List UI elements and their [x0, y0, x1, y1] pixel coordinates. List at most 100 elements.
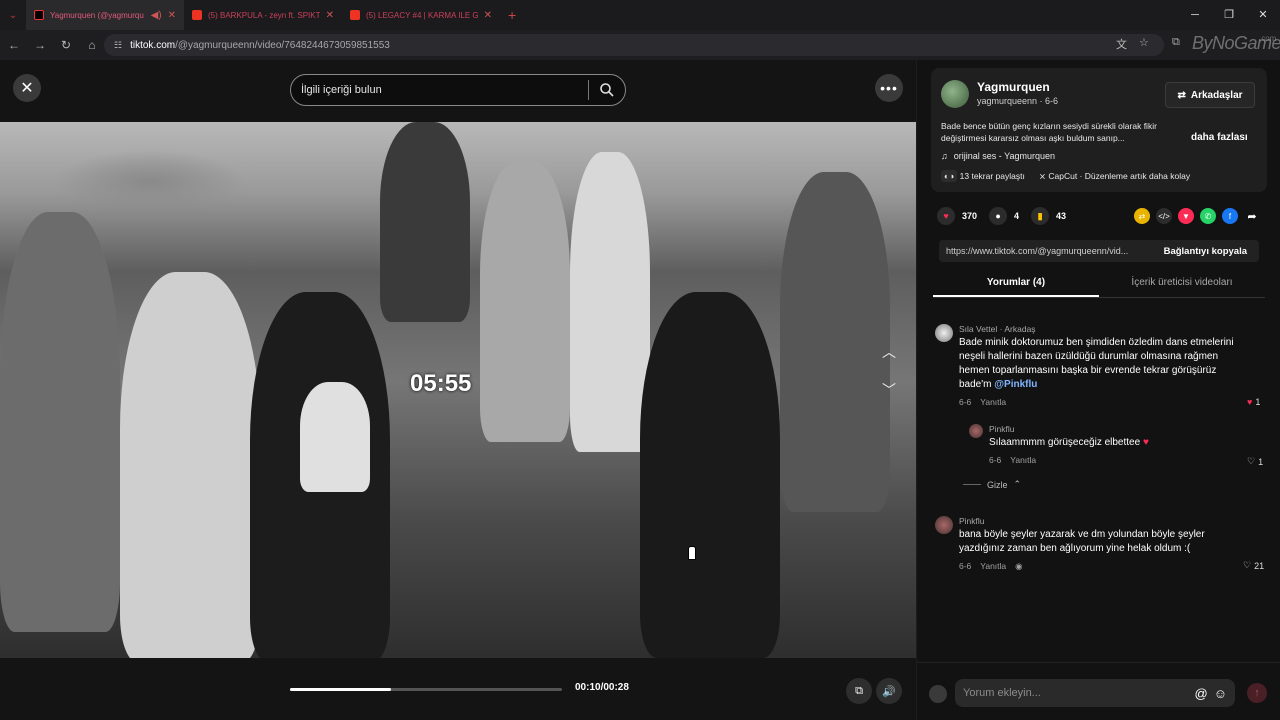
browser-tab-youtube-2[interactable]: (5) LEGACY #4 | KARMA ILE GH ✕ — [342, 0, 500, 30]
tab-title: (5) LEGACY #4 | KARMA ILE GH — [366, 10, 478, 20]
share-arrow-icon[interactable]: ➦ — [1244, 208, 1260, 224]
reply-like-count: 1 — [1258, 456, 1264, 467]
capcut-badge[interactable]: ⨯ CapCut · Düzenleme artık daha kolay — [1039, 171, 1190, 182]
commenter-name[interactable]: Sıla Vettel · Arkadaş — [959, 322, 1239, 336]
new-tab-button[interactable]: + — [500, 7, 524, 23]
comment-item: Pinkflu bana böyle şeyler yazarak ve dm … — [959, 514, 1239, 573]
related-search-box[interactable]: İlgili içeriği bulun — [290, 74, 626, 106]
tiktok-favicon-icon — [34, 10, 44, 20]
tab-list-chevron-icon[interactable]: ⌄ — [0, 10, 26, 21]
tab-comments[interactable]: Yorumlar (4) — [933, 274, 1099, 297]
browser-tab-tiktok[interactable]: Yagmurquen (@yagmurqu ◀) ✕ — [26, 0, 184, 30]
reply-like-button[interactable]: ♡ 1 — [1247, 456, 1263, 467]
tab-title: Yagmurquen (@yagmurqu — [50, 10, 144, 20]
friends-button[interactable]: ⇄ Arkadaşlar — [1165, 82, 1255, 108]
volume-button[interactable]: 🔊 — [876, 678, 902, 704]
comment-bubble-icon: ● — [989, 207, 1008, 225]
share-repost-icon[interactable]: ⇄ — [1134, 208, 1150, 224]
browser-tab-bar: ⌄ Yagmurquen (@yagmurqu ◀) ✕ (5) BARKPUL… — [0, 0, 1280, 30]
mention-link[interactable]: @Pinkflu — [994, 379, 1037, 390]
window-controls: ─ ❐ ✕ — [1178, 0, 1280, 30]
send-comment-button[interactable]: ↑ — [1247, 683, 1267, 703]
share-buttons: ⇄ </> ▼ ✆ f ➦ — [1134, 208, 1260, 224]
like-button[interactable]: ♥ 370 — [937, 207, 977, 225]
video-figure — [570, 152, 650, 452]
url-path: /@yagmurqueenn/video/7648244673059851553 — [175, 39, 390, 51]
video-nav: ︿ ﹀ — [876, 342, 902, 404]
friends-button-label: Arkadaşlar — [1190, 89, 1243, 101]
tab-close-icon[interactable]: ✕ — [326, 10, 334, 21]
reply-author-name[interactable]: Pinkflu — [989, 422, 1229, 436]
hide-replies-button[interactable]: Gizle ⌃ — [963, 479, 1021, 490]
facebook-icon[interactable]: f — [1222, 208, 1238, 224]
reposts-badge[interactable]: ◐◑ 13 tekrar paylaştı — [941, 170, 1025, 182]
floating-player-button[interactable]: ⧉ — [846, 678, 872, 704]
swap-arrows-icon: ⇄ — [1177, 89, 1186, 101]
forward-icon[interactable]: → — [34, 38, 46, 52]
home-icon[interactable]: ⌂ — [86, 38, 98, 52]
search-placeholder: İlgili içeriği bulun — [301, 84, 382, 96]
tab-close-icon[interactable]: ✕ — [168, 10, 176, 21]
browser-tab-youtube-1[interactable]: (5) BARKPULA - zeyn ft. SPIKT ✕ — [184, 0, 342, 30]
author-handle-date: yagmurqueenn · 6-6 — [977, 96, 1059, 106]
address-bar[interactable]: ☷ tiktok.com/@yagmurqueenn/video/7648244… — [104, 34, 1164, 56]
youtube-favicon-icon — [350, 10, 360, 20]
search-icon[interactable] — [599, 82, 615, 98]
show-more-link[interactable]: daha fazlası — [1191, 132, 1248, 143]
embed-code-icon[interactable]: </> — [1156, 208, 1172, 224]
previous-video-chevron-up-icon[interactable]: ︿ — [876, 342, 902, 366]
extensions-icon[interactable]: ⧉ — [1172, 36, 1180, 49]
next-video-chevron-down-icon[interactable]: ﹀ — [876, 380, 902, 404]
back-icon[interactable]: ← — [8, 38, 20, 52]
reload-icon[interactable]: ↻ — [60, 38, 72, 52]
save-count: 43 — [1056, 211, 1067, 221]
video-player[interactable]: 05:55 — [0, 122, 916, 658]
share-url[interactable]: https://www.tiktok.com/@yagmurqueenn/vid… — [939, 246, 1154, 256]
youtube-favicon-icon — [192, 10, 202, 20]
more-options-button[interactable]: ••• — [875, 74, 903, 102]
mention-at-icon[interactable]: @ — [1195, 686, 1208, 701]
player-controls: 00:10/00:28 ⧉ 🔊 — [0, 658, 916, 720]
comment-text: bana böyle şeyler yazarak ve dm yolundan… — [959, 529, 1205, 554]
tab-audio-icon[interactable]: ◀) — [151, 10, 162, 21]
comment-like-button[interactable]: ♡ 21 — [1243, 560, 1264, 571]
save-button[interactable]: ▮ 43 — [1031, 207, 1066, 225]
whatsapp-icon[interactable]: ✆ — [1200, 208, 1216, 224]
tab-creator-videos[interactable]: İçerik üreticisi videoları — [1099, 274, 1265, 297]
divider — [963, 484, 981, 485]
reply-button[interactable]: Yanıtla — [1010, 453, 1036, 467]
mouse-cursor — [688, 546, 696, 560]
sound-link[interactable]: ♫ orijinal ses - Yagmurquen — [941, 151, 1055, 161]
reply-button[interactable]: Yanıtla — [980, 395, 1006, 409]
close-video-button[interactable]: ✕ — [13, 74, 41, 102]
tab-close-icon[interactable]: ✕ — [484, 10, 492, 21]
comment-button[interactable]: ● 4 — [989, 207, 1019, 225]
reply-button[interactable]: Yanıtla — [980, 559, 1006, 573]
comment-like-button[interactable]: ♥ 1 — [1247, 397, 1260, 407]
reply-date: 6-6 — [989, 455, 1002, 465]
close-window-icon[interactable]: ✕ — [1246, 0, 1280, 30]
commenter-avatar[interactable] — [935, 516, 953, 534]
comment-input[interactable]: Yorum ekleyin... @ ☺ — [955, 679, 1235, 707]
site-info-icon[interactable]: ☷ — [114, 40, 122, 51]
commenter-name[interactable]: Pinkflu — [959, 514, 1239, 528]
progress-fill — [290, 688, 391, 691]
commenter-avatar[interactable] — [935, 324, 953, 342]
reply-avatar[interactable] — [969, 424, 983, 438]
reply-meta: 6-6 Yanıtla — [989, 453, 1229, 467]
copy-link-button[interactable]: Bağlantıyı kopyala — [1154, 246, 1259, 257]
author-name[interactable]: Yagmurquen — [977, 80, 1050, 94]
capcut-icon: ⨯ — [1038, 171, 1046, 181]
comment-like-count: 1 — [1255, 397, 1261, 407]
translate-icon[interactable]: 文 — [1116, 36, 1127, 52]
send-to-friends-icon[interactable]: ▼ — [1178, 208, 1194, 224]
video-progress-bar[interactable] — [290, 688, 562, 691]
author-card: Yagmurquen yagmurqueenn · 6-6 ⇄ Arkadaşl… — [931, 68, 1267, 192]
restore-icon[interactable]: ❐ — [1212, 0, 1246, 30]
minimize-icon[interactable]: ─ — [1178, 0, 1212, 30]
bookmark-star-icon[interactable]: ☆ — [1139, 36, 1149, 52]
author-avatar[interactable] — [941, 80, 969, 108]
details-panel: Yagmurquen yagmurqueenn · 6-6 ⇄ Arkadaşl… — [916, 60, 1280, 720]
emoji-icon[interactable]: ☺ — [1214, 686, 1227, 701]
heart-filled-icon: ♥ — [1247, 397, 1253, 407]
